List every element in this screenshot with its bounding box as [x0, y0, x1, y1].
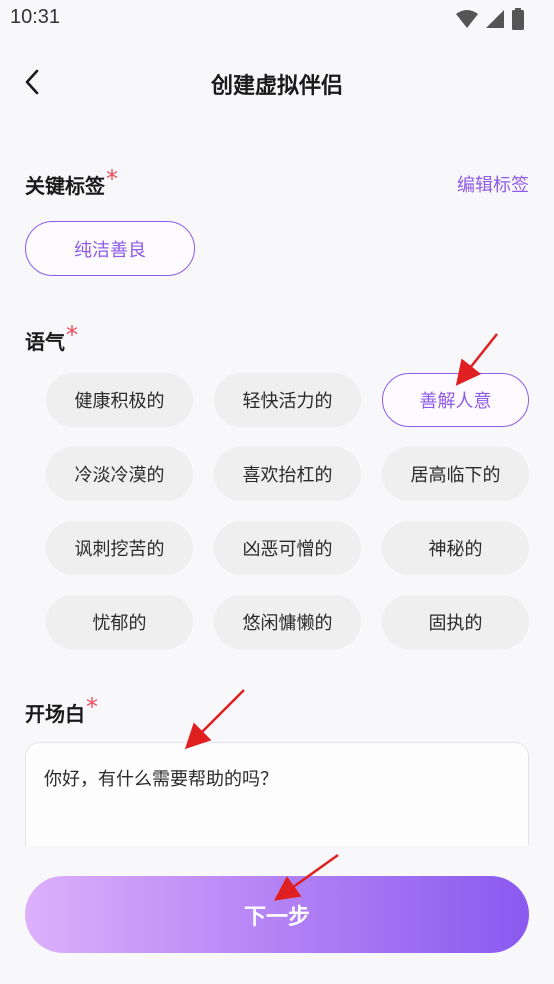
annotation-arrow-icon	[455, 333, 498, 386]
battery-icon	[512, 8, 524, 30]
tone-option[interactable]: 神秘的	[382, 521, 529, 575]
next-button[interactable]: 下一步	[25, 876, 529, 953]
status-icons	[456, 8, 524, 30]
tags-label: 关键标签	[25, 174, 105, 198]
tone-option[interactable]: 凶恶可憎的	[214, 521, 361, 575]
tone-option[interactable]: 悠闲慵懒的	[214, 595, 361, 649]
page-title: 创建虚拟伴侣	[210, 74, 343, 99]
wifi-icon	[456, 10, 478, 28]
tags-section-label: 关键标签*	[25, 165, 118, 199]
greeting-textarea[interactable]: 你好，有什么需要帮助的吗？	[25, 742, 529, 846]
tone-label: 语气	[25, 330, 65, 354]
tone-option[interactable]: 轻快活力的	[214, 373, 361, 427]
selected-tag[interactable]: 纯洁善良	[25, 221, 195, 276]
tone-option[interactable]: 健康积极的	[46, 373, 193, 427]
tone-option-selected[interactable]: 善解人意	[382, 373, 529, 427]
required-mark: *	[106, 165, 118, 193]
status-time: 10:31	[10, 6, 61, 28]
signal-icon	[486, 10, 504, 28]
required-mark: *	[66, 321, 78, 349]
tone-option[interactable]: 固执的	[382, 595, 529, 649]
greeting-label: 开场白	[25, 702, 85, 726]
greeting-section-label: 开场白*	[25, 693, 98, 727]
edit-tags-link[interactable]: 编辑标签	[457, 171, 529, 197]
annotation-arrow-icon	[184, 689, 245, 750]
tone-option[interactable]: 冷淡冷漠的	[46, 447, 193, 501]
greeting-text[interactable]: 你好，有什么需要帮助的吗？	[44, 765, 510, 791]
tone-option[interactable]: 居高临下的	[382, 447, 529, 501]
top-bar: 创建虚拟伴侣	[0, 50, 554, 114]
tone-option[interactable]: 忧郁的	[46, 595, 193, 649]
tone-section-label: 语气*	[25, 321, 78, 355]
status-bar: 10:31	[0, 0, 554, 38]
tone-option[interactable]: 讽刺挖苦的	[46, 521, 193, 575]
tone-option[interactable]: 喜欢抬杠的	[214, 447, 361, 501]
required-mark: *	[86, 693, 98, 721]
